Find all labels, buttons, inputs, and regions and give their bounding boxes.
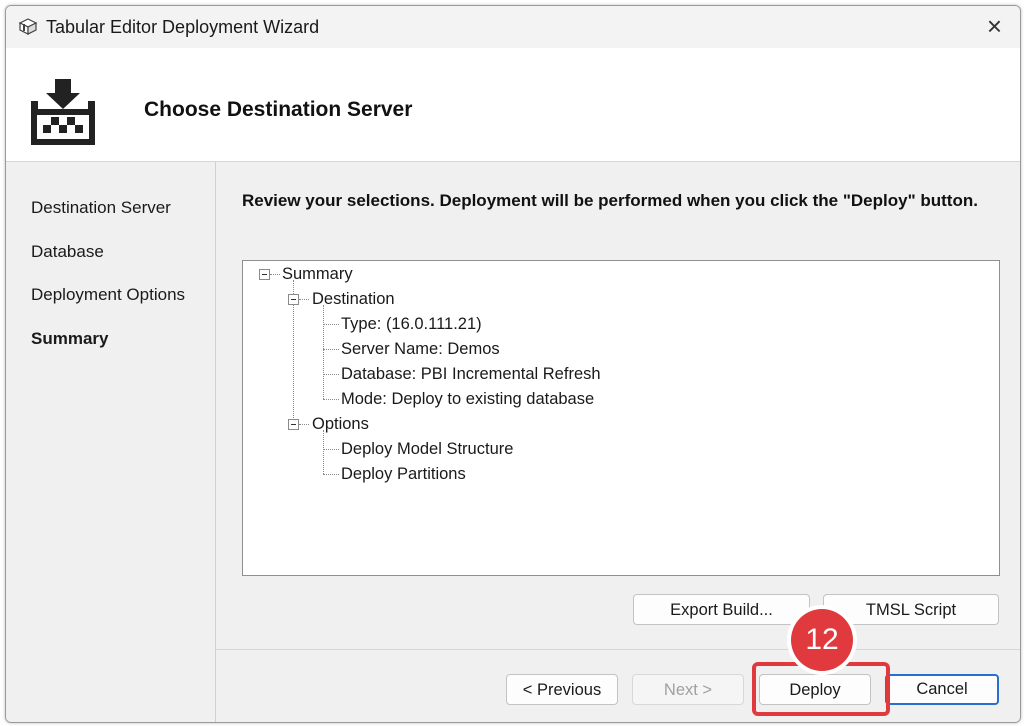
tree-node-options[interactable]: Options xyxy=(312,415,369,434)
window-title: Tabular Editor Deployment Wizard xyxy=(46,17,320,37)
sidebar-item-database[interactable]: Database xyxy=(31,242,104,262)
tree-node-deploy-model-structure[interactable]: Deploy Model Structure xyxy=(341,440,513,459)
deploy-database-icon xyxy=(31,79,95,145)
previous-button[interactable]: < Previous xyxy=(506,674,618,705)
sidebar-item-summary[interactable]: Summary xyxy=(31,329,108,349)
tree-node-mode[interactable]: Mode: Deploy to existing database xyxy=(341,390,594,409)
wizard-content: Review your selections. Deployment will … xyxy=(216,162,1020,722)
tree-connector xyxy=(299,424,309,425)
wizard-header: Choose Destination Server xyxy=(6,48,1020,162)
tree-connector xyxy=(299,299,309,300)
tree-node-database[interactable]: Database: PBI Incremental Refresh xyxy=(341,365,601,384)
export-build-button[interactable]: Export Build... xyxy=(633,594,810,625)
footer-divider xyxy=(216,649,1020,650)
sidebar-item-destination-server[interactable]: Destination Server xyxy=(31,198,171,218)
tree-node-server-name[interactable]: Server Name: Demos xyxy=(341,340,500,359)
wizard-steps-sidebar: Destination Server Database Deployment O… xyxy=(6,162,216,722)
tree-connector xyxy=(323,430,324,474)
tree-connector xyxy=(323,449,339,450)
close-icon[interactable]: × xyxy=(987,12,1002,40)
tree-connector xyxy=(323,374,339,375)
collapse-options-icon[interactable] xyxy=(288,419,299,430)
title-bar: Tabular Editor Deployment Wizard × xyxy=(6,6,1020,49)
cancel-button[interactable]: Cancel xyxy=(885,674,999,705)
instructions-text: Review your selections. Deployment will … xyxy=(242,191,978,210)
collapse-destination-icon[interactable] xyxy=(288,294,299,305)
tree-connector xyxy=(323,349,339,350)
tree-connector xyxy=(323,474,339,475)
tabular-editor-app-icon xyxy=(18,18,38,35)
tree-connector xyxy=(270,274,280,275)
collapse-summary-icon[interactable] xyxy=(259,269,270,280)
tree-connector xyxy=(323,305,324,399)
tree-connector xyxy=(323,324,339,325)
tmsl-script-button[interactable]: TMSL Script xyxy=(823,594,999,625)
next-button[interactable]: Next > xyxy=(632,674,744,705)
summary-tree-view[interactable]: Summary Destination Type: (16.0.111.21) … xyxy=(242,260,1000,576)
tree-connector xyxy=(323,399,339,400)
step-number-badge: 12 xyxy=(791,609,853,671)
tree-node-type[interactable]: Type: (16.0.111.21) xyxy=(341,315,482,334)
sidebar-item-deployment-options[interactable]: Deployment Options xyxy=(31,285,185,305)
tree-node-destination[interactable]: Destination xyxy=(312,290,395,309)
tree-node-deploy-partitions[interactable]: Deploy Partitions xyxy=(341,465,466,484)
deployment-wizard-window: Tabular Editor Deployment Wizard × Choos… xyxy=(5,5,1021,723)
page-title: Choose Destination Server xyxy=(144,98,413,121)
